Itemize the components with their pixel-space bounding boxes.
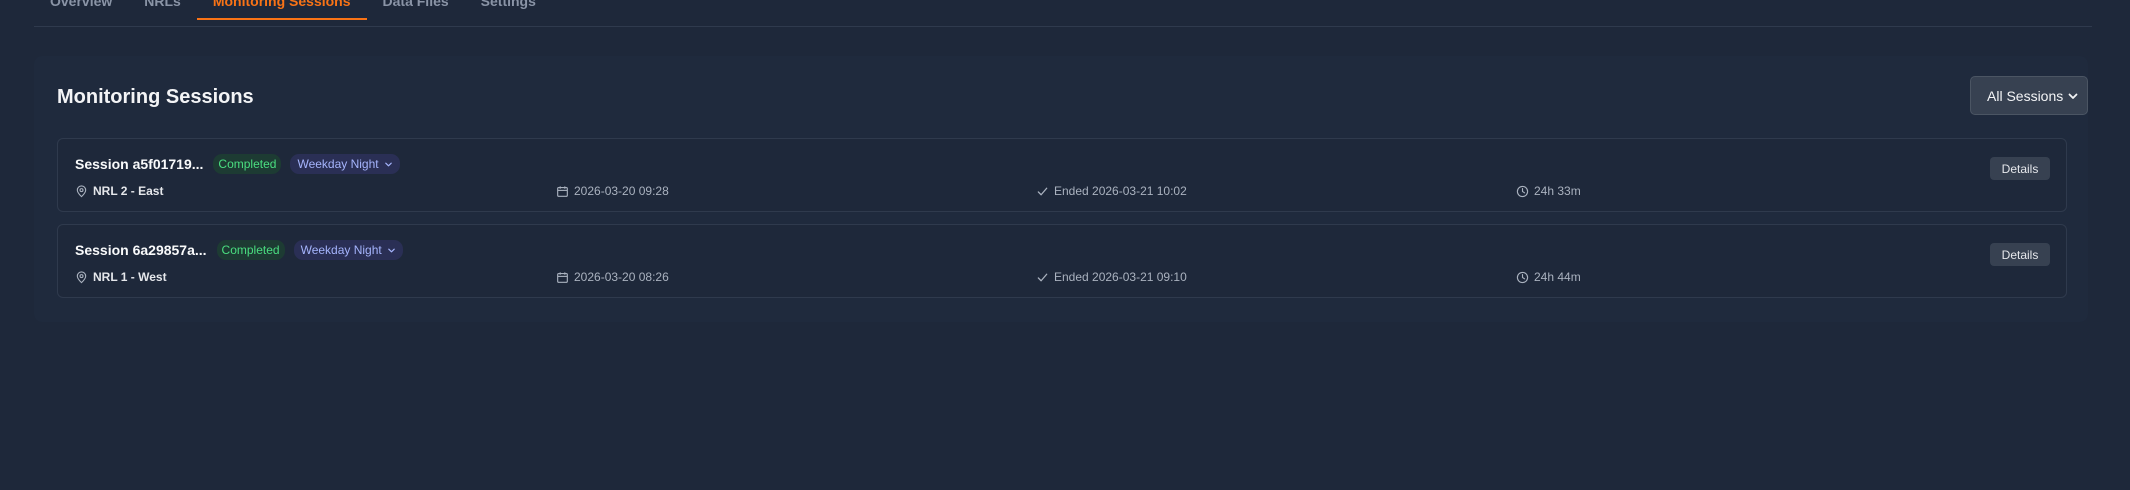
session-duration: 24h 33m <box>1516 183 1581 199</box>
chevron-down-icon <box>387 248 395 252</box>
start-time-label: 2026-03-20 08:26 <box>574 270 669 284</box>
session-card: Session a5f01719... Completed Weekday Ni… <box>57 138 2067 212</box>
session-location: NRL 1 - West <box>75 269 167 285</box>
check-icon <box>1037 187 1048 195</box>
session-name: Session a5f01719... <box>75 156 204 172</box>
duration-label: 24h 44m <box>1534 270 1581 284</box>
tab-data-files[interactable]: Data Files <box>367 0 465 21</box>
tab-nrls[interactable]: NRLs <box>128 0 197 21</box>
session-filter-select[interactable]: All Sessions <box>1970 76 2088 115</box>
calendar-icon <box>557 271 568 283</box>
page-title: Monitoring Sessions <box>57 86 254 108</box>
session-location: NRL 2 - East <box>75 183 163 199</box>
session-end: Ended 2026-03-21 10:02 <box>1036 183 1187 199</box>
details-button[interactable]: Details <box>1990 243 2050 266</box>
calendar-icon <box>557 185 568 197</box>
status-badge: Completed <box>213 154 282 174</box>
clock-icon <box>1516 271 1529 283</box>
location-label: NRL 2 - East <box>93 184 164 198</box>
session-name: Session 6a29857a... <box>75 242 207 258</box>
session-start: 2026-03-20 09:28 <box>556 183 669 199</box>
tab-bar: Overview NRLs Monitoring Sessions Data F… <box>34 0 2092 27</box>
tab-settings[interactable]: Settings <box>465 0 552 21</box>
status-badge: Completed <box>216 240 285 260</box>
tab-monitoring-sessions[interactable]: Monitoring Sessions <box>196 0 367 21</box>
session-end: Ended 2026-03-21 09:10 <box>1036 269 1187 285</box>
chevron-down-icon <box>2068 93 2078 99</box>
location-label: NRL 1 - West <box>93 270 167 284</box>
clock-icon <box>1516 185 1529 197</box>
chevron-down-icon <box>384 162 392 166</box>
profile-badge-label: Weekday Night <box>300 243 382 257</box>
sessions-panel: Monitoring Sessions All Sessions Session… <box>34 56 2088 322</box>
duration-label: 24h 33m <box>1534 184 1581 198</box>
map-pin-icon <box>76 184 87 197</box>
profile-badge-dropdown[interactable]: Weekday Night <box>290 154 400 174</box>
map-pin-icon <box>76 270 87 283</box>
details-button[interactable]: Details <box>1990 157 2050 180</box>
session-start: 2026-03-20 08:26 <box>556 269 669 285</box>
profile-badge-dropdown[interactable]: Weekday Night <box>293 240 403 260</box>
check-icon <box>1037 273 1048 281</box>
profile-badge-label: Weekday Night <box>297 157 379 171</box>
end-time-label: Ended 2026-03-21 10:02 <box>1054 184 1187 198</box>
start-time-label: 2026-03-20 09:28 <box>574 184 669 198</box>
session-duration: 24h 44m <box>1516 269 1581 285</box>
end-time-label: Ended 2026-03-21 09:10 <box>1054 270 1187 284</box>
tab-overview[interactable]: Overview <box>34 0 128 21</box>
session-card: Session 6a29857a... Completed Weekday Ni… <box>57 224 2067 298</box>
session-filter-value: All Sessions <box>1987 87 2064 104</box>
